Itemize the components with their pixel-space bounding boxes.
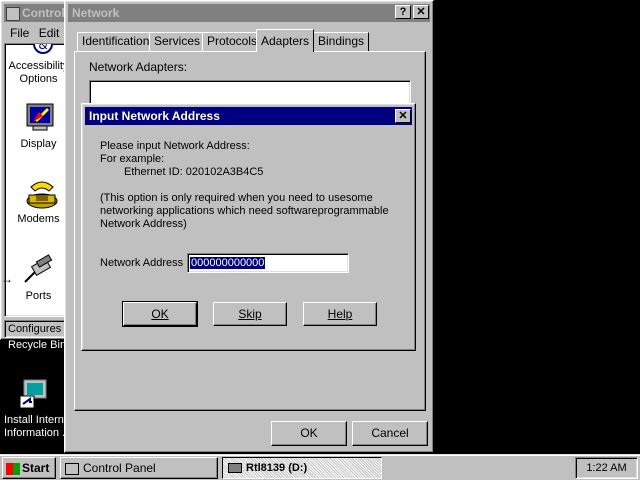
dialog-help-label: Help: [327, 307, 353, 321]
accessibility-label-1: Accessibility: [8, 60, 69, 72]
input-address-dialog: Input Network Address ✕ Please input Net…: [81, 103, 416, 351]
modem-icon: [26, 181, 58, 209]
menu-edit[interactable]: Edit: [37, 26, 62, 40]
recycle-bin-label[interactable]: Recycle Bin: [8, 339, 66, 351]
display-label: Display: [20, 138, 57, 150]
system-tray: 1:22 AM: [575, 457, 638, 479]
start-button[interactable]: Start: [2, 457, 56, 479]
ports-icon: [24, 254, 53, 283]
close-caption-button[interactable]: ✕: [413, 5, 429, 19]
ie-setup-label-2: Information .: [4, 427, 66, 439]
tab-bindings[interactable]: Bindings: [313, 32, 370, 51]
instruction-line-2: For example:: [100, 153, 165, 165]
control-panel-menubar: File Edit: [4, 24, 71, 42]
dialog-ok-label: OK: [151, 307, 169, 321]
clock[interactable]: 1:22 AM: [586, 462, 626, 474]
dialog-title: Input Network Address: [89, 109, 220, 123]
network-address-label: Network Address: [100, 257, 184, 269]
network-titlebar[interactable]: Network: [68, 4, 430, 22]
modems-label: Modems: [17, 213, 60, 225]
display-icon: [26, 103, 54, 131]
display-item[interactable]: Display: [5, 102, 70, 152]
note-line-3: Network Address): [100, 218, 187, 230]
dialog-close-button[interactable]: ✕: [395, 109, 411, 123]
taskbar: Start Control Panel Rtl8139 (D:) 1:22 AM: [0, 454, 640, 480]
dialog-titlebar[interactable]: Input Network Address: [85, 107, 412, 125]
task-control-panel[interactable]: Control Panel: [60, 457, 218, 479]
ie-setup-item[interactable]: Install Interne Information .: [0, 376, 70, 440]
ie-setup-label-1: Install Interne: [4, 414, 71, 426]
ports-label: Ports: [25, 290, 52, 302]
ie-setup-icon: [19, 379, 47, 409]
task-rtl8139[interactable]: Rtl8139 (D:): [222, 457, 382, 479]
network-ok-button[interactable]: OK: [271, 421, 347, 446]
note-line-1: (This option is only required when you n…: [100, 192, 373, 204]
tab-adapters[interactable]: Adapters: [256, 29, 315, 52]
network-title: Network: [72, 6, 120, 20]
help-caption-button[interactable]: ?: [395, 5, 411, 19]
network-cancel-button[interactable]: Cancel: [352, 421, 428, 446]
accessibility-item[interactable]: & Accessibility Options: [5, 43, 70, 94]
dialog-skip-label: Skip: [238, 307, 262, 321]
control-panel-icon-view: & Accessibility Options Display Modems P…: [4, 43, 71, 317]
instruction-example: Ethernet ID: 020102A3B4C5: [124, 166, 264, 178]
accessibility-label-2: Options: [19, 73, 58, 85]
adapters-label: Network Adapters:: [89, 60, 188, 74]
control-panel-icon: [65, 462, 79, 475]
note-line-2: networking applications which need softw…: [100, 205, 389, 217]
control-panel-icon: [6, 6, 20, 21]
control-panel-window: Control Panel File Edit & Accessibility …: [0, 0, 74, 340]
svg-text:&: &: [38, 43, 47, 52]
network-address-input[interactable]: 000000000000: [187, 253, 349, 273]
control-panel-statusbar: Configures n: [4, 320, 71, 338]
ports-item[interactable]: Ports: [5, 254, 70, 304]
tab-identification[interactable]: Identification: [77, 32, 155, 51]
windows-logo-icon: [6, 462, 20, 475]
dialog-skip-button[interactable]: Skip: [213, 302, 287, 326]
drive-icon: [228, 463, 242, 474]
status-text: Configures n: [8, 323, 71, 335]
cursor-pointer-icon: →: [1, 272, 13, 286]
network-address-value: 000000000000: [190, 257, 266, 269]
instruction-line-1: Please input Network Address:: [100, 140, 250, 152]
task-control-panel-label: Control Panel: [83, 461, 156, 475]
modems-item[interactable]: Modems: [5, 177, 70, 227]
tab-protocols[interactable]: Protocols: [202, 32, 263, 51]
menu-file[interactable]: File: [4, 26, 33, 40]
dialog-ok-button[interactable]: OK: [122, 301, 198, 327]
task-rtl8139-label: Rtl8139 (D:): [246, 462, 308, 474]
accessibility-icon: &: [33, 43, 53, 54]
start-label: Start: [22, 461, 50, 475]
dialog-help-button[interactable]: Help: [303, 302, 377, 326]
tab-services[interactable]: Services: [149, 32, 206, 51]
